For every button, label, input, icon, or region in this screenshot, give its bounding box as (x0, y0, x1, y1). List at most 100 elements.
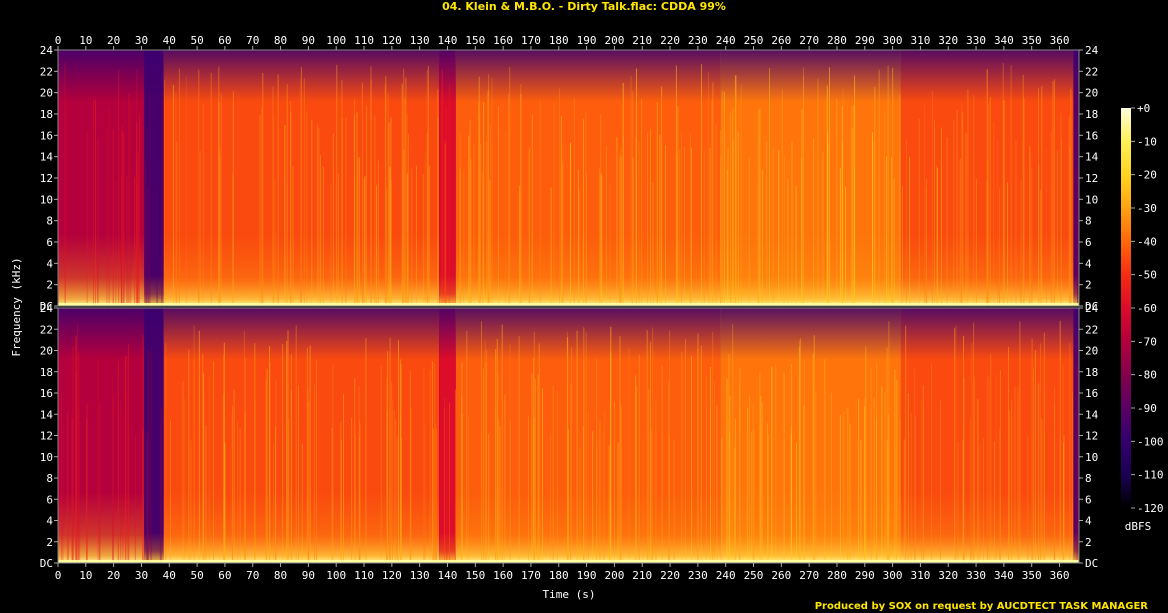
y-tick-label-right: 4 (1085, 515, 1092, 528)
x-tick-label-top: 140 (438, 34, 458, 47)
x-tick-label-bottom: 40 (163, 569, 176, 582)
x-tick-label-bottom: 350 (1022, 569, 1042, 582)
y-tick-label-right: 22 (1085, 323, 1098, 336)
x-tick-label-top: 210 (632, 34, 652, 47)
y-tick-label-right: 6 (1085, 236, 1092, 249)
y-axis-label: Frequency (kHz) (10, 257, 23, 356)
x-tick-label-top: 220 (660, 34, 680, 47)
x-tick-label-bottom: 250 (744, 569, 764, 582)
y-tick-label-left: 6 (46, 493, 53, 506)
colorbar-tick-label: -20 (1137, 169, 1157, 182)
colorbar-label: dBFS (1125, 520, 1152, 533)
x-tick-label-bottom: 20 (107, 569, 120, 582)
y-tick-label-right: DC (1085, 557, 1098, 570)
y-tick-label-right: 14 (1085, 151, 1099, 164)
x-tick-label-top: 50 (190, 34, 203, 47)
x-tick-label-top: 350 (1022, 34, 1042, 47)
y-tick-label-right: 14 (1085, 408, 1099, 421)
y-tick-label-left: 6 (46, 236, 53, 249)
y-tick-label-left: 16 (40, 387, 53, 400)
x-tick-label-bottom: 70 (246, 569, 259, 582)
x-tick-label-bottom: 100 (326, 569, 346, 582)
x-tick-label-bottom: 160 (493, 569, 513, 582)
y-tick-label-right: 10 (1085, 451, 1098, 464)
x-tick-label-top: 150 (465, 34, 485, 47)
x-tick-label-bottom: 270 (799, 569, 819, 582)
y-tick-label-right: 16 (1085, 129, 1098, 142)
channel-2-spectrogram (57, 307, 1080, 564)
x-tick-label-top: 30 (135, 34, 148, 47)
colorbar-tick-label: -90 (1137, 402, 1157, 415)
x-tick-label-top: 330 (966, 34, 986, 47)
x-tick-label-top: 20 (107, 34, 120, 47)
x-tick-label-top: 280 (827, 34, 847, 47)
x-tick-label-bottom: 110 (354, 569, 374, 582)
colorbar-tick-label: -10 (1137, 135, 1157, 148)
x-tick-label-top: 310 (910, 34, 930, 47)
channel-1-spectrogram (57, 49, 1080, 307)
x-tick-label-top: 340 (994, 34, 1014, 47)
x-tick-label-bottom: 190 (577, 569, 597, 582)
segment-8 (1073, 308, 1079, 563)
x-tick-label-top: 200 (604, 34, 624, 47)
x-tick-label-top: 190 (577, 34, 597, 47)
segment-5 (455, 50, 721, 307)
segment-7 (900, 50, 1074, 307)
x-tick-label-bottom: 360 (1050, 569, 1070, 582)
y-tick-label-left: 2 (46, 279, 53, 292)
y-tick-label-right: 8 (1085, 215, 1092, 228)
colorbar-tick-label: -120 (1137, 502, 1164, 515)
segment-8 (1073, 50, 1079, 306)
x-tick-label-bottom: 240 (716, 569, 736, 582)
y-tick-label-right: 8 (1085, 472, 1092, 485)
x-tick-label-top: 290 (855, 34, 875, 47)
colorbar-tick-label: -80 (1137, 369, 1157, 382)
x-tick-label-bottom: 340 (994, 569, 1014, 582)
y-tick-label-left: 14 (40, 408, 54, 421)
x-tick-label-top: 260 (771, 34, 791, 47)
x-tick-label-top: 130 (410, 34, 430, 47)
x-tick-label-bottom: 30 (135, 569, 148, 582)
x-tick-label-bottom: 90 (302, 569, 315, 582)
x-tick-label-top: 160 (493, 34, 513, 47)
x-tick-label-top: 10 (79, 34, 92, 47)
segment-4 (439, 50, 456, 306)
x-tick-label-top: 60 (218, 34, 231, 47)
x-tick-label-bottom: 170 (521, 569, 541, 582)
colorbar (1121, 108, 1131, 508)
x-tick-label-bottom: 220 (660, 569, 680, 582)
x-tick-label-top: 110 (354, 34, 374, 47)
x-tick-label-bottom: 60 (218, 569, 231, 582)
y-tick-label-left: 14 (40, 151, 54, 164)
x-tick-label-top: 360 (1050, 34, 1070, 47)
y-tick-label-left: 8 (46, 472, 53, 485)
y-tick-label-right: 20 (1085, 87, 1098, 100)
x-tick-label-top: 100 (326, 34, 346, 47)
x-tick-label-top: 70 (246, 34, 259, 47)
x-tick-label-top: 300 (883, 34, 903, 47)
x-tick-label-bottom: 140 (438, 569, 458, 582)
x-tick-label-bottom: 330 (966, 569, 986, 582)
segment-6 (720, 50, 901, 307)
y-tick-label-left: 20 (40, 87, 53, 100)
x-tick-label-bottom: 50 (190, 569, 203, 582)
y-tick-label-right: 24 (1085, 302, 1099, 315)
footer-credit: Produced by SOX on request by AUCDTECT T… (814, 601, 1148, 612)
colorbar-tick-label: -40 (1137, 235, 1157, 248)
y-tick-label-left: 10 (40, 193, 53, 206)
x-tick-label-bottom: 200 (604, 569, 624, 582)
x-axis-label: Time (s) (543, 588, 596, 601)
y-tick-label-left: 10 (40, 451, 53, 464)
segment-7 (900, 308, 1074, 563)
y-tick-label-left: 4 (46, 257, 53, 270)
x-tick-label-top: 250 (744, 34, 764, 47)
x-tick-label-bottom: 300 (883, 569, 903, 582)
y-tick-label-left: 18 (40, 108, 53, 121)
x-tick-label-bottom: 80 (274, 569, 287, 582)
x-tick-label-top: 40 (163, 34, 176, 47)
y-tick-label-right: 22 (1085, 65, 1098, 78)
colorbar-tick-label: -60 (1137, 302, 1157, 315)
x-tick-label-bottom: 150 (465, 569, 485, 582)
y-tick-label-left: 12 (40, 172, 53, 185)
y-tick-label-left: 20 (40, 345, 53, 358)
